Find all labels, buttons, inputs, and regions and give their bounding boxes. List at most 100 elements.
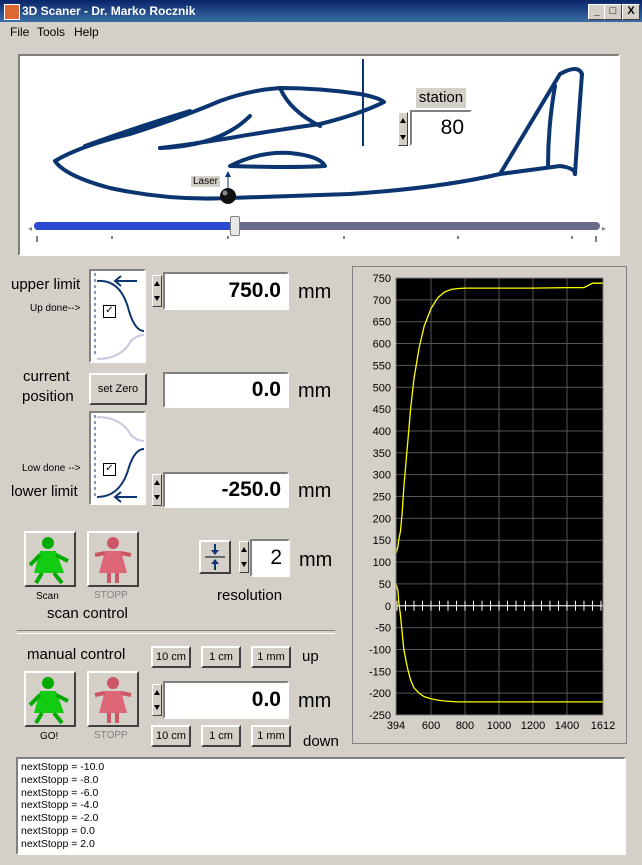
log-line: nextStopp = -6.0	[21, 786, 99, 799]
x-tick-label: 1000	[487, 720, 511, 732]
log-line: nextStopp = -8.0	[21, 773, 99, 786]
slider-left-arrow: ◂	[28, 224, 33, 233]
standing-figure-red-icon	[94, 537, 132, 583]
manual-value[interactable]: 0.0	[163, 681, 289, 719]
window-title: 3D Scaner - Dr. Marko Rocznik	[22, 4, 196, 18]
station-slider-track[interactable]	[34, 222, 600, 230]
log-line: nextStopp = 0.0	[21, 824, 95, 837]
y-tick-label: 600	[373, 339, 391, 351]
y-tick-label: 150	[373, 535, 391, 547]
log-line: nextStopp = -4.0	[21, 799, 99, 812]
walking-figure-green-icon	[28, 537, 69, 585]
scan-chart-panel: 750 700 650 600 550 500 450 400 350 300 250 200 150 1…	[352, 266, 627, 744]
laser-label: Laser	[191, 176, 221, 187]
station-slider-thumb[interactable]	[230, 216, 240, 236]
station-spinner[interactable]	[398, 112, 408, 146]
station-label: station	[416, 88, 466, 108]
manual-unit: mm	[298, 690, 332, 712]
slider-right-arrow: ▸	[602, 224, 607, 233]
scan-button[interactable]	[24, 531, 76, 587]
scan-chart: 7507006506005505004504003503002502001501…	[369, 273, 615, 732]
current-position-label-1: current	[23, 368, 70, 385]
menu-file[interactable]: File	[10, 25, 29, 39]
stopp-label: STOPP	[94, 590, 128, 601]
stopp-button[interactable]	[87, 531, 139, 587]
menu-bar: File Tools Help	[0, 22, 642, 42]
y-tick-label: 250	[373, 492, 391, 504]
down-1cm-button[interactable]: 1 cm	[201, 725, 241, 747]
log-output: nextStopp = -10.0 nextStopp = -8.0 nextSto…	[16, 757, 626, 855]
lower-limit-checkbox[interactable]: ✓	[103, 463, 116, 476]
upper-limit-spinner[interactable]	[152, 275, 162, 307]
lower-limit-indicator: ✓	[89, 411, 146, 505]
low-done-label: Low done -->	[22, 463, 81, 474]
upper-limit-indicator: ✓	[89, 269, 146, 363]
upper-limit-label: upper limit	[11, 276, 81, 293]
lower-limit-unit: mm	[298, 480, 332, 502]
lower-limit-spinner[interactable]	[152, 474, 162, 506]
maximize-button[interactable]: □	[604, 4, 622, 20]
standing-figure-red-icon	[94, 677, 132, 723]
y-tick-label: 400	[373, 426, 391, 438]
y-tick-label: 100	[373, 557, 391, 569]
current-position-unit: mm	[298, 380, 332, 402]
down-10cm-button[interactable]: 10 cm	[151, 725, 191, 747]
title-bar: 3D Scaner - Dr. Marko Rocznik _ □ X	[0, 0, 642, 22]
close-button[interactable]: X	[622, 4, 640, 20]
station-value[interactable]: 80	[410, 110, 472, 146]
resolution-value[interactable]: 2	[250, 539, 290, 577]
y-tick-label: 450	[373, 404, 391, 416]
log-line: nextStopp = -10.0	[21, 761, 105, 773]
menu-help[interactable]: Help	[74, 25, 99, 39]
manual-stopp-label: STOPP	[94, 730, 128, 741]
lower-limit-value[interactable]: -250.0	[163, 472, 289, 508]
upper-limit-unit: mm	[298, 281, 332, 303]
compress-arrows-icon	[205, 544, 225, 570]
x-tick-label: 800	[456, 720, 474, 732]
x-tick-label: 1612	[591, 720, 615, 732]
y-tick-label: 650	[373, 317, 391, 329]
up-label: up	[302, 648, 319, 665]
resolution-label: resolution	[217, 587, 283, 604]
separator	[17, 630, 335, 634]
walking-figure-green-icon	[28, 677, 69, 725]
y-tick-label: -100	[369, 644, 391, 656]
y-tick-label: 350	[373, 448, 391, 460]
aircraft-panel: Laser station 80 ◂ ▸	[18, 54, 620, 256]
x-tick-label: 1400	[555, 720, 579, 732]
y-tick-label: 500	[373, 382, 391, 394]
station-slider-fill	[34, 222, 238, 230]
x-tick-label: 1200	[521, 720, 545, 732]
down-label: down	[303, 733, 339, 750]
x-tick-label: 394	[387, 720, 405, 732]
resolution-button[interactable]	[199, 540, 231, 574]
menu-tools[interactable]: Tools	[37, 25, 65, 39]
up-done-label: Up done-->	[30, 303, 81, 314]
upper-limit-value[interactable]: 750.0	[163, 272, 289, 310]
y-tick-label: 750	[373, 273, 391, 285]
current-position-value: 0.0	[163, 372, 289, 408]
y-tick-label: -150	[369, 666, 391, 678]
y-tick-label: 50	[379, 579, 391, 591]
up-1mm-button[interactable]: 1 mm	[251, 646, 291, 668]
lower-limit-label: lower limit	[11, 483, 78, 500]
go-button[interactable]	[24, 671, 76, 727]
y-tick-label: -50	[375, 623, 391, 635]
resolution-spinner[interactable]	[239, 541, 249, 573]
y-tick-label: 550	[373, 360, 391, 372]
y-tick-label: 200	[373, 513, 391, 525]
manual-control-label: manual control	[27, 646, 126, 663]
up-1cm-button[interactable]: 1 cm	[201, 646, 241, 668]
y-tick-label: 0	[385, 601, 391, 613]
resolution-unit: mm	[299, 549, 333, 571]
down-1mm-button[interactable]: 1 mm	[251, 725, 291, 747]
manual-stopp-button[interactable]	[87, 671, 139, 727]
y-tick-label: 300	[373, 470, 391, 482]
go-label: GO!	[40, 731, 59, 742]
manual-spinner[interactable]	[152, 684, 162, 716]
log-line: nextStopp = -2.0	[21, 812, 99, 825]
current-position-label-2: position	[22, 388, 74, 405]
upper-limit-checkbox[interactable]: ✓	[103, 305, 116, 318]
up-10cm-button[interactable]: 10 cm	[151, 646, 191, 668]
set-zero-button[interactable]: set Zero	[89, 373, 147, 405]
